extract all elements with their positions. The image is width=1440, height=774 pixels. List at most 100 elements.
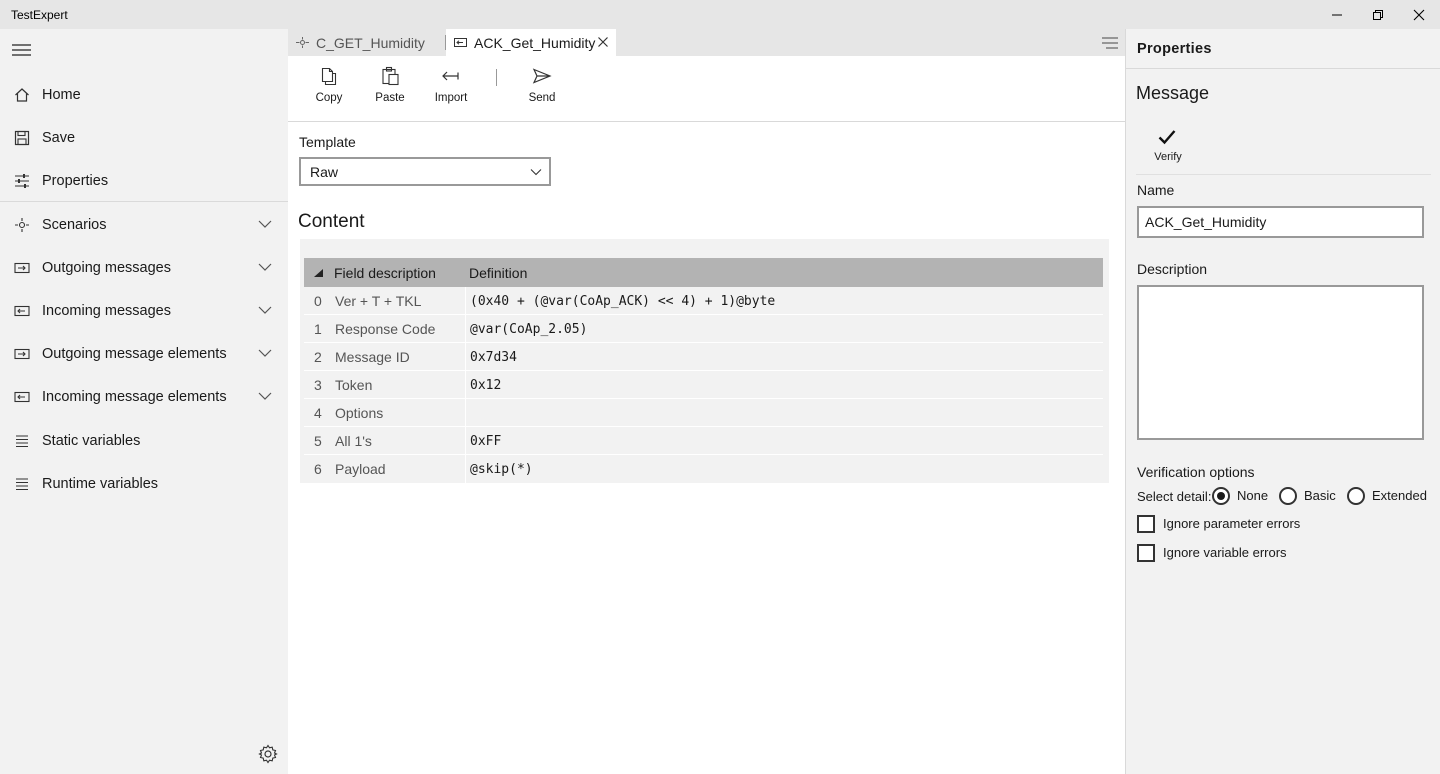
nav-label-properties: Properties — [42, 173, 109, 189]
chevron-down-icon[interactable] — [258, 219, 272, 229]
nav-item-home[interactable]: Home — [0, 75, 288, 115]
template-select[interactable]: Raw — [299, 157, 551, 186]
chevron-down-icon[interactable] — [258, 305, 272, 315]
nav-label-scenarios: Scenarios — [42, 217, 107, 233]
name-label: Name — [1137, 182, 1175, 198]
minimize-button[interactable] — [1314, 0, 1360, 29]
sort-triangle-icon[interactable] — [314, 269, 323, 277]
radio-button — [1212, 487, 1230, 505]
hamburger-menu-icon[interactable] — [12, 42, 32, 58]
radio-label: Extended — [1372, 488, 1427, 503]
table-row[interactable]: 6 Payload @skip(*) — [304, 455, 1103, 483]
chevron-down-icon — [530, 169, 542, 176]
properties-icon — [15, 174, 29, 188]
table-row[interactable]: 5 All 1's 0xFF — [304, 427, 1103, 455]
nav-item-properties[interactable]: Properties — [0, 161, 288, 201]
row-definition[interactable]: @skip(*) — [470, 462, 533, 477]
outgoing-elements-icon — [14, 348, 30, 360]
row-definition[interactable]: (0x40 + (@var(CoAp_ACK) << 4) + 1)@byte — [470, 294, 775, 309]
nav-item-outgoing-messages[interactable]: Outgoing messages — [0, 248, 288, 288]
nav-item-outgoing-message-elements[interactable]: Outgoing message elements — [0, 334, 288, 374]
radio-extended[interactable]: Extended — [1347, 487, 1435, 507]
nav-label-incoming-messages: Incoming messages — [42, 303, 171, 319]
cell-divider — [465, 427, 466, 455]
close-tab-icon[interactable] — [596, 35, 610, 49]
table-row[interactable]: 0 Ver + T + TKL (0x40 + (@var(CoAp_ACK) … — [304, 287, 1103, 315]
close-icon — [1413, 9, 1425, 20]
chevron-down-icon[interactable] — [258, 348, 272, 358]
ignore-parameter-errors-checkbox[interactable]: Ignore parameter errors — [1137, 515, 1337, 535]
editor-area: C_GET_Humidity ACK_Get_Humidity Copy Pas… — [288, 29, 1125, 774]
checkbox-label: Ignore parameter errors — [1163, 516, 1301, 531]
radio-basic[interactable]: Basic — [1279, 487, 1341, 507]
nav-label-runtime-variables: Runtime variables — [42, 476, 159, 492]
table-row[interactable]: 1 Response Code @var(CoAp_2.05) — [304, 315, 1103, 343]
column-header-definition[interactable]: Definition — [469, 265, 527, 281]
verify-label: Verify — [1154, 151, 1182, 163]
nav-label-save: Save — [42, 130, 76, 146]
verify-button[interactable]: Verify — [1148, 127, 1188, 167]
table-row[interactable]: 3 Token 0x12 — [304, 371, 1103, 399]
template-label: Template — [299, 134, 356, 150]
description-field[interactable] — [1137, 285, 1424, 440]
tab-c-get-humidity[interactable]: C_GET_Humidity — [288, 29, 444, 56]
cell-divider — [465, 343, 466, 371]
nav-item-static-variables[interactable]: Static variables — [0, 421, 288, 461]
section-heading: Message — [1136, 83, 1210, 103]
paste-label: Paste — [375, 92, 405, 104]
row-definition[interactable]: 0xFF — [470, 434, 501, 449]
panel-divider — [1136, 174, 1431, 175]
nav-item-scenarios[interactable]: Scenarios — [0, 205, 288, 245]
copy-button[interactable]: Copy — [301, 64, 357, 114]
tab-strip: C_GET_Humidity ACK_Get_Humidity — [288, 29, 1125, 56]
name-field-value: ACK_Get_Humidity — [1145, 214, 1267, 230]
row-index: 2 — [314, 349, 322, 365]
cell-divider — [465, 371, 466, 399]
chevron-down-icon[interactable] — [258, 262, 272, 272]
nav-label-outgoing-message-elements: Outgoing message elements — [42, 346, 227, 362]
row-field: All 1's — [335, 433, 372, 449]
cell-divider — [465, 399, 466, 427]
ignore-variable-errors-checkbox[interactable]: Ignore variable errors — [1137, 544, 1337, 564]
radio-none[interactable]: None — [1212, 487, 1282, 507]
import-icon — [442, 71, 459, 81]
column-header-field-description[interactable]: Field description — [334, 265, 436, 281]
name-field[interactable]: ACK_Get_Humidity — [1137, 206, 1424, 238]
chevron-down-icon[interactable] — [258, 391, 272, 401]
description-label: Description — [1137, 261, 1208, 277]
properties-title: Properties — [1137, 41, 1212, 57]
nav-label-static-variables: Static variables — [42, 433, 141, 449]
row-definition[interactable]: 0x12 — [470, 378, 501, 393]
checkbox-label: Ignore variable errors — [1163, 545, 1287, 560]
properties-panel: Properties Message Verify Name ACK_Get_H… — [1125, 29, 1440, 774]
tab-label: ACK_Get_Humidity — [474, 35, 596, 51]
send-button[interactable]: Send — [514, 64, 570, 114]
row-field: Payload — [335, 461, 386, 477]
content-heading: Content — [298, 211, 365, 232]
nav-item-save[interactable]: Save — [0, 118, 288, 158]
import-button[interactable]: Import — [423, 64, 479, 114]
tab-label: C_GET_Humidity — [316, 35, 425, 51]
verification-options-label: Verification options — [1137, 464, 1255, 480]
paste-button[interactable]: Paste — [362, 64, 418, 114]
outgoing-messages-icon — [14, 262, 30, 274]
template-select-value: Raw — [310, 164, 339, 180]
close-window-button[interactable] — [1396, 0, 1440, 29]
settings-gear-icon[interactable] — [258, 744, 278, 764]
scenarios-icon — [15, 218, 29, 232]
nav-item-runtime-variables[interactable]: Runtime variables — [0, 464, 288, 504]
table-row[interactable]: 4 Options — [304, 399, 1103, 427]
nav-item-incoming-messages[interactable]: Incoming messages — [0, 291, 288, 331]
nav-item-incoming-message-elements[interactable]: Incoming message elements — [0, 377, 288, 417]
copy-icon — [321, 67, 337, 86]
tab-ack-get-humidity[interactable]: ACK_Get_Humidity — [446, 29, 616, 56]
nav-divider — [0, 201, 288, 202]
row-field: Token — [335, 377, 373, 393]
row-definition[interactable]: @var(CoAp_2.05) — [470, 322, 587, 337]
table-row[interactable]: 2 Message ID 0x7d34 — [304, 343, 1103, 371]
row-definition[interactable]: 0x7d34 — [470, 350, 517, 365]
restore-button[interactable] — [1355, 0, 1401, 29]
row-index: 5 — [314, 433, 322, 449]
list-icon — [16, 435, 28, 448]
tab-overflow-menu-icon[interactable] — [1101, 36, 1119, 50]
